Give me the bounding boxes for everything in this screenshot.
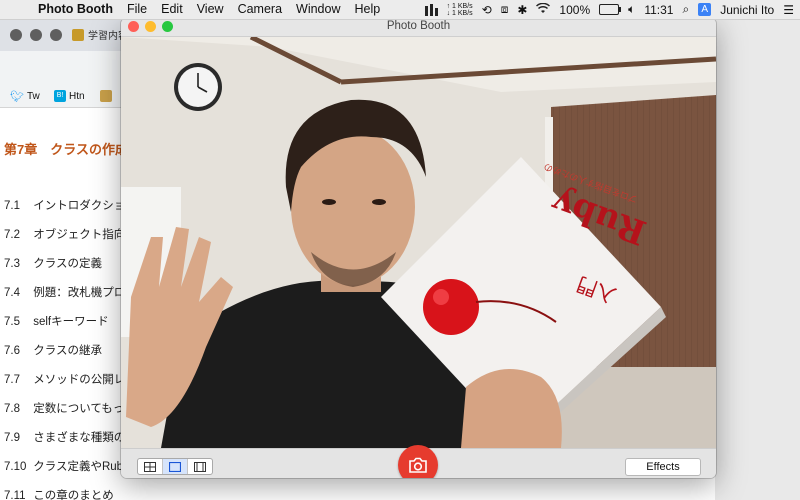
view-mode-segmented-control	[137, 458, 213, 475]
app-menu-photo-booth[interactable]: Photo Booth	[32, 0, 120, 19]
toc-item[interactable]: 7.1 イントロダクション	[4, 197, 137, 213]
battery-percent: 100%	[559, 2, 591, 17]
effects-button[interactable]: Effects	[625, 458, 701, 476]
toc-item-number: 7.6	[4, 345, 20, 357]
net-up: ↑ 1 KB/s	[446, 2, 473, 10]
photo-booth-window: Photo Booth Ruby 入門 プロを目指す人のための Effects	[121, 18, 716, 478]
filmstrip-view-icon	[194, 461, 206, 472]
twitter-icon: 🐦︎	[10, 91, 24, 103]
toc-item[interactable]: 7.8 定数についてもっと	[4, 400, 136, 416]
spotlight-search-icon[interactable]: ⌕	[682, 2, 689, 17]
toc-item[interactable]: 7.5 selfキーワード	[4, 313, 109, 329]
toc-item[interactable]: 7.7 メソッドの公開レ	[4, 371, 125, 387]
toc-item-title: メソッドの公開レ	[33, 374, 126, 386]
bookmark-twitter[interactable]: 🐦︎ Tw	[10, 90, 40, 103]
single-view-icon	[169, 461, 181, 472]
photo-booth-bottom-bar: Effects	[121, 445, 716, 478]
camera-icon	[409, 457, 427, 473]
toc-item[interactable]: 7.2 オブジェクト指向プ	[4, 226, 137, 242]
toc-item-number: 7.4	[4, 287, 20, 299]
system-menubar: Photo Booth File Edit View Camera Window…	[0, 0, 800, 20]
tab-favicon-icon	[72, 28, 84, 41]
menu-help[interactable]: Help	[348, 0, 388, 19]
toc-item[interactable]: 7.10 クラス定義やRub	[4, 458, 123, 474]
status-area: ↑ 1 KB/s ↓ 1 KB/s ⟲ ⧈ ✱ 100% 🔈︎ 11:31 ⌕ …	[424, 0, 794, 19]
wifi-icon[interactable]	[536, 2, 551, 17]
grid-view-icon	[144, 461, 156, 472]
time-machine-icon[interactable]: ⟲	[482, 3, 492, 17]
user-name[interactable]: Junichi Ito	[720, 3, 774, 17]
menu-file[interactable]: File	[120, 0, 154, 19]
bluetooth-icon[interactable]: ✱	[517, 3, 527, 17]
browser-tab[interactable]: 学習内容	[72, 27, 128, 42]
input-method-icon[interactable]: A	[698, 3, 712, 16]
toc-item-number: 7.11	[4, 490, 26, 500]
toc-item[interactable]: 7.3 クラスの定義	[4, 255, 102, 271]
chapter-heading: 第7章 クラスの作成	[4, 142, 128, 157]
folder-icon	[100, 90, 112, 102]
toc-item[interactable]: 7.11 この章のまとめ	[4, 487, 114, 500]
browser-close-button[interactable]	[10, 29, 22, 41]
clock[interactable]: 11:31	[644, 3, 673, 17]
cpu-monitor-icon[interactable]	[424, 3, 438, 16]
toc-item-number: 7.8	[4, 403, 20, 415]
toc-item-number: 7.10	[4, 461, 27, 473]
browser-minimize-button[interactable]	[30, 29, 42, 41]
toc-item-number: 7.9	[4, 432, 20, 444]
toc-item-title: クラスの継承	[33, 345, 102, 357]
net-down: ↓ 1 KB/s	[446, 9, 473, 17]
bookmark-label: Tw	[26, 91, 40, 102]
dropbox-icon[interactable]: ⧈	[501, 2, 509, 17]
battery-icon[interactable]	[599, 4, 622, 15]
toc-item-number: 7.1	[4, 200, 20, 212]
menu-view[interactable]: View	[190, 0, 231, 19]
bookmark-label: Htn	[69, 90, 85, 102]
grid-view-button[interactable]	[138, 459, 163, 474]
toc-item-title: 例題：改札機プロ	[33, 287, 126, 299]
single-view-button[interactable]	[163, 459, 188, 474]
toc-item-title: クラスの定義	[33, 258, 102, 270]
bookmark-hatena[interactable]: B! Htn	[54, 90, 85, 102]
network-speed[interactable]: ↑ 1 KB/s ↓ 1 KB/s	[447, 3, 473, 17]
bookmark-folder[interactable]	[100, 90, 112, 102]
window-title: Photo Booth	[386, 20, 451, 32]
toc-item[interactable]: 7.9 さまざまな種類の変	[4, 429, 137, 445]
toc-item[interactable]: 7.4 例題：改札機プロ	[4, 284, 125, 300]
background-right-area	[715, 19, 800, 500]
notification-center-icon[interactable]: ☰	[783, 3, 794, 17]
camera-preview: Ruby 入門 プロを目指す人のための	[121, 37, 716, 448]
browser-traffic-lights	[10, 29, 62, 41]
toc-item-title: selfキーワード	[33, 316, 109, 328]
take-photo-button[interactable]	[398, 445, 438, 478]
browser-maximize-button[interactable]	[50, 29, 62, 41]
toc-item-number: 7.5	[4, 316, 20, 328]
toc-item-number: 7.7	[4, 374, 20, 386]
volume-icon[interactable]: 🔈︎	[628, 2, 635, 17]
toc-item-number: 7.3	[4, 258, 20, 270]
toc-item-title: この章のまとめ	[33, 490, 114, 500]
toc-item-number: 7.2	[4, 229, 20, 241]
menu-edit[interactable]: Edit	[154, 0, 190, 19]
photo-booth-titlebar[interactable]: Photo Booth	[121, 18, 716, 37]
hatena-icon: B!	[54, 90, 66, 102]
toc-item[interactable]: 7.6 クラスの継承	[4, 342, 102, 358]
toc-item-title: クラス定義やRub	[33, 461, 124, 473]
filmstrip-view-button[interactable]	[188, 459, 212, 474]
menu-window[interactable]: Window	[289, 0, 347, 19]
menu-camera[interactable]: Camera	[231, 0, 289, 19]
